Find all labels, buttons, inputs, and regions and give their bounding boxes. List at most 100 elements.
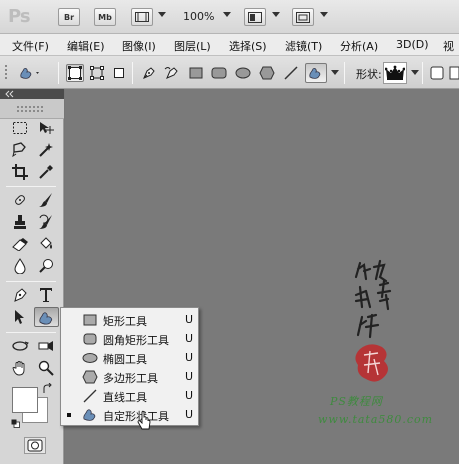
eyedropper-tool-icon[interactable] (35, 162, 57, 182)
tools-panel-grip[interactable] (0, 99, 64, 119)
rounded-rectangle-option-icon[interactable] (210, 64, 228, 82)
3d-camera-tool-icon[interactable] (35, 336, 57, 356)
flyout-item-rounded-rectangle-tool[interactable]: 圆角矩形工具 U (61, 329, 198, 348)
mini-bridge-button[interactable]: Mb (94, 8, 116, 26)
menu-filter[interactable]: 滤镜(T) (285, 38, 322, 54)
flyout-item-label: 自定形状工具 (103, 410, 169, 423)
extras-icon[interactable] (131, 8, 153, 26)
foreground-color-swatch[interactable] (12, 387, 38, 413)
pen-tool-icon[interactable] (9, 285, 31, 305)
tools-divider (6, 281, 56, 282)
type-tool-icon[interactable] (35, 285, 57, 305)
3d-rotate-tool-icon[interactable] (9, 336, 31, 356)
arrange-caret-icon[interactable] (272, 12, 280, 17)
custom-shape-option-icon[interactable] (305, 63, 327, 83)
flyout-item-shortcut: U (185, 332, 194, 345)
add-to-shape-area-icon[interactable] (448, 64, 459, 82)
lasso-tool-icon[interactable] (9, 140, 31, 160)
spot-healing-brush-tool-icon[interactable] (9, 190, 31, 210)
default-colors-icon[interactable] (11, 418, 20, 428)
freeform-pen-option-icon[interactable] (163, 64, 181, 82)
screen-mode-caret-icon[interactable] (320, 12, 328, 17)
line-option-icon[interactable] (282, 64, 300, 82)
zoom-level[interactable]: 100% (183, 10, 214, 23)
new-shape-layer-icon[interactable] (428, 64, 446, 82)
ellipse-option-icon[interactable] (234, 64, 252, 82)
mouse-pointer-icon (137, 411, 151, 433)
separator (344, 62, 345, 84)
flyout-item-label: 矩形工具 (103, 315, 147, 328)
application-bar: Ps Br Mb 100% (0, 0, 459, 34)
zoom-tool-icon[interactable] (35, 358, 57, 378)
rectangle-tool-icon (81, 312, 99, 327)
menu-select[interactable]: 选择(S) (229, 38, 267, 54)
flyout-item-label: 圆角矩形工具 (103, 334, 169, 347)
menu-bar: 文件(F) 编辑(E) 图像(I) 图层(L) 选择(S) 滤镜(T) 分析(A… (0, 34, 459, 56)
watermark-text: PS教程网 www.tata580.com (318, 393, 458, 439)
magic-wand-tool-icon[interactable] (35, 140, 57, 160)
quick-mask-icon[interactable] (24, 437, 46, 454)
clone-stamp-tool-icon[interactable] (9, 212, 31, 232)
menu-3d[interactable]: 3D(D) (396, 38, 429, 51)
rounded-rectangle-tool-icon (81, 331, 99, 346)
separator (132, 62, 133, 84)
tool-preset-picker-icon[interactable] (17, 64, 43, 82)
crop-tool-icon[interactable] (9, 162, 31, 182)
flyout-item-line-tool[interactable]: 直线工具 U (61, 386, 198, 405)
bridge-button[interactable]: Br (58, 8, 80, 26)
options-bar: 形状: (0, 56, 459, 89)
line-tool-icon (81, 388, 99, 403)
flyout-item-label: 椭圆工具 (103, 353, 147, 366)
move-tool-icon[interactable] (35, 118, 57, 138)
arrange-documents-icon[interactable] (244, 8, 266, 26)
crown-shape-icon[interactable] (383, 62, 407, 84)
swap-colors-icon[interactable] (40, 382, 56, 396)
menu-analysis[interactable]: 分析(A) (340, 38, 378, 54)
flyout-item-shortcut: U (185, 313, 194, 326)
brush-tool-icon[interactable] (35, 190, 57, 210)
flyout-item-label: 多边形工具 (103, 372, 158, 385)
pen-tool-option-icon[interactable] (140, 64, 158, 82)
polygon-option-icon[interactable] (258, 64, 276, 82)
flyout-item-custom-shape-tool[interactable]: 自定形状工具 U (61, 405, 198, 424)
eraser-tool-icon[interactable] (9, 234, 31, 254)
dodge-tool-icon[interactable] (35, 256, 57, 276)
fill-pixels-icon[interactable] (110, 64, 128, 82)
rectangle-option-icon[interactable] (187, 64, 205, 82)
photoshop-logo: Ps (8, 6, 31, 27)
selected-marker-icon (67, 413, 71, 417)
shape-tools-flyout: 矩形工具 U 圆角矩形工具 U 椭圆工具 U 多边形工具 U 直线工具 U 自定… (60, 307, 199, 426)
menu-edit[interactable]: 编辑(E) (67, 38, 105, 54)
menu-layer[interactable]: 图层(L) (174, 38, 211, 54)
ellipse-tool-icon (81, 350, 99, 365)
rectangular-marquee-tool-icon[interactable] (9, 118, 31, 138)
flyout-item-shortcut: U (185, 408, 194, 421)
separator (58, 62, 59, 84)
geometry-options-caret-icon[interactable] (331, 70, 339, 75)
tools-panel-header[interactable] (0, 89, 64, 99)
hand-tool-icon[interactable] (9, 358, 31, 378)
flyout-item-ellipse-tool[interactable]: 椭圆工具 U (61, 348, 198, 367)
extras-caret-icon[interactable] (158, 12, 166, 17)
menu-image[interactable]: 图像(I) (122, 38, 156, 54)
flyout-item-polygon-tool[interactable]: 多边形工具 U (61, 367, 198, 386)
menu-view[interactable]: 视 (443, 38, 454, 54)
blur-tool-icon[interactable] (9, 256, 31, 276)
paths-icon[interactable] (88, 64, 106, 82)
screen-mode-icon[interactable] (292, 8, 314, 26)
custom-shape-tool-icon[interactable] (34, 307, 59, 327)
custom-shape-tool-icon (81, 407, 99, 422)
flyout-item-rectangle-tool[interactable]: 矩形工具 U (61, 310, 198, 329)
history-brush-tool-icon[interactable] (35, 212, 57, 232)
menu-file[interactable]: 文件(F) (12, 38, 49, 54)
paint-bucket-tool-icon[interactable] (35, 234, 57, 254)
flyout-item-shortcut: U (185, 370, 194, 383)
shape-layers-icon[interactable] (66, 64, 84, 82)
shape-label: 形状: (356, 68, 382, 81)
tools-divider (6, 332, 56, 333)
watermark-url: www.tata580.com (318, 413, 434, 426)
zoom-caret-icon[interactable] (223, 12, 231, 17)
watermark-calligraphy-logo (350, 255, 410, 395)
path-selection-tool-icon[interactable] (9, 307, 31, 327)
shape-picker-caret-icon[interactable] (411, 70, 419, 75)
